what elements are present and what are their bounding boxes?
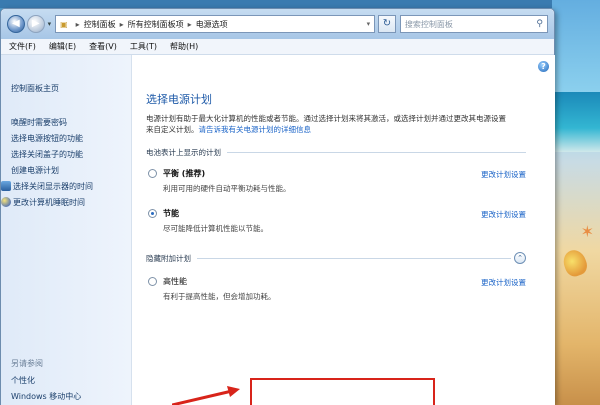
hidden-plans-header[interactable]: 隐藏附加计划 ⌃ <box>146 252 526 264</box>
change-plan-settings-link[interactable]: 更改计划设置 <box>481 169 526 180</box>
task-wake-password[interactable]: 唤醒时需要密码 <box>11 114 131 130</box>
task-power-button[interactable]: 选择电源按钮的功能 <box>11 130 131 146</box>
plan-desc: 利用可用的硬件自动平衡功耗与性能。 <box>163 184 291 193</box>
main-content: ? 选择电源计划 电源计划有助于最大化计算机的性能或者节能。通过选择计划来将其激… <box>132 55 555 405</box>
see-also-mobility-center[interactable]: Windows 移动中心 <box>11 391 81 402</box>
menu-view[interactable]: 查看(V) <box>89 41 117 52</box>
wallpaper-sea <box>552 92 600 152</box>
divider <box>197 257 511 259</box>
plan-name[interactable]: 节能 <box>163 208 268 219</box>
plan-power-saver: 节能 尽可能降低计算机性能以节能。 更改计划设置 <box>146 208 526 234</box>
task-create-plan[interactable]: 创建电源计划 <box>11 162 131 178</box>
page-title: 选择电源计划 <box>146 93 212 106</box>
menu-bar: 文件(F) 编辑(E) 查看(V) 工具(T) 帮助(H) <box>1 39 554 55</box>
plan-desc: 尽可能降低计算机性能以节能。 <box>163 224 268 233</box>
plan-power-saver-radio[interactable] <box>148 209 157 218</box>
menu-help[interactable]: 帮助(H) <box>170 41 198 52</box>
plan-high-performance-radio[interactable] <box>148 277 157 286</box>
breadcrumb-control-panel[interactable]: 控制面板 <box>84 19 116 30</box>
task-display-off[interactable]: 选择关闭显示器的时间 <box>1 178 131 194</box>
plan-name[interactable]: 高性能 <box>163 276 276 287</box>
power-plan-info-link[interactable]: 请告诉我有关电源计划的详细信息 <box>199 125 312 134</box>
divider <box>227 152 526 153</box>
menu-file[interactable]: 文件(F) <box>9 41 36 52</box>
address-bar[interactable]: ▣ ▸ 控制面板 ▸ 所有控制面板项 ▸ 电源选项 ▾ <box>55 15 376 33</box>
monitor-icon <box>1 181 11 191</box>
plan-high-performance: 高性能 有利于提高性能，但会增加功耗。 更改计划设置 <box>146 276 526 302</box>
desktop-top-strip <box>0 0 600 8</box>
plan-name[interactable]: 平衡 (推荐) <box>163 168 291 179</box>
breadcrumb-separator-icon: ▸ <box>187 19 192 29</box>
recent-pages-arrow-icon[interactable]: ▾ <box>48 20 52 28</box>
task-sleep-time[interactable]: 更改计算机睡眠时间 <box>1 194 131 210</box>
breadcrumb-separator-icon: ▸ <box>119 19 124 29</box>
annotation-arrow-icon <box>172 386 240 405</box>
sleep-moon-icon <box>1 197 11 207</box>
search-icon[interactable]: ⚲ <box>536 19 543 29</box>
section-title: 电池表计上显示的计划 <box>146 148 221 157</box>
breadcrumb-all-items[interactable]: 所有控制面板项 <box>128 19 184 30</box>
plan-desc: 有利于提高性能，但会增加功耗。 <box>163 292 276 301</box>
starfish-decoration: ✶ <box>580 222 594 241</box>
change-plan-settings-link[interactable]: 更改计划设置 <box>481 209 526 220</box>
see-also-heading: 另请参阅 <box>11 359 43 368</box>
control-panel-window: ◀ ▶ ▾ ▣ ▸ 控制面板 ▸ 所有控制面板项 ▸ 电源选项 ▾ ↻ 搜索控制… <box>0 8 555 405</box>
back-button[interactable]: ◀ <box>7 15 25 33</box>
search-box[interactable]: 搜索控制面板 ⚲ <box>399 15 548 33</box>
breadcrumb-power-options[interactable]: 电源选项 <box>196 19 228 30</box>
control-panel-home-link[interactable]: 控制面板主页 <box>11 83 131 94</box>
plan-balanced-radio[interactable] <box>148 169 157 178</box>
section-title: 隐藏附加计划 <box>146 253 191 263</box>
desktop-wallpaper <box>552 0 600 405</box>
refresh-button[interactable]: ↻ <box>378 15 396 33</box>
task-pane: 控制面板主页 唤醒时需要密码 选择电源按钮的功能 选择关闭盖子的功能 创建电源计… <box>1 55 132 405</box>
title-bar: ◀ ▶ ▾ ▣ ▸ 控制面板 ▸ 所有控制面板项 ▸ 电源选项 ▾ ↻ 搜索控制… <box>1 9 554 39</box>
search-input[interactable]: 搜索控制面板 <box>405 19 537 30</box>
forward-button[interactable]: ▶ <box>26 15 45 33</box>
menu-tools[interactable]: 工具(T) <box>130 41 157 52</box>
collapse-chevron-icon[interactable]: ⌃ <box>514 252 526 264</box>
change-plan-settings-link[interactable]: 更改计划设置 <box>481 277 526 288</box>
page-description: 电源计划有助于最大化计算机的性能或者节能。通过选择计划来将其激活，或选择计划并通… <box>146 113 508 135</box>
battery-meter-plans-header: 电池表计上显示的计划 <box>146 147 526 158</box>
see-also-personalization[interactable]: 个性化 <box>11 375 35 386</box>
plan-balanced: 平衡 (推荐) 利用可用的硬件自动平衡功耗与性能。 更改计划设置 <box>146 168 526 194</box>
breadcrumb-separator-icon: ▸ <box>75 19 80 29</box>
menu-edit[interactable]: 编辑(E) <box>49 41 76 52</box>
task-lid-close[interactable]: 选择关闭盖子的功能 <box>11 146 131 162</box>
help-icon[interactable]: ? <box>538 61 549 72</box>
address-dropdown-icon[interactable]: ▾ <box>367 20 371 28</box>
annotation-highlight-box <box>250 378 435 405</box>
task-sleep-time-label: 更改计算机睡眠时间 <box>13 197 85 207</box>
folder-icon: ▣ <box>60 19 68 29</box>
task-display-off-label: 选择关闭显示器的时间 <box>13 181 93 191</box>
